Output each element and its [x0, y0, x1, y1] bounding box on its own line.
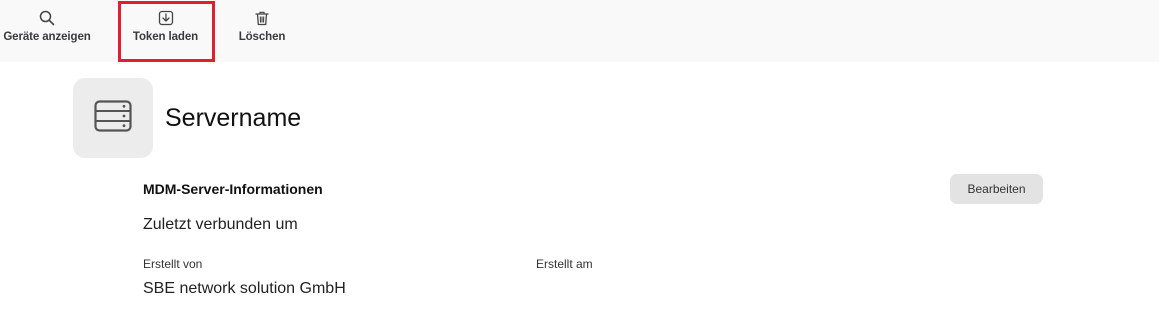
trash-icon	[253, 9, 271, 27]
created-by-label: Erstellt von	[143, 257, 203, 271]
download-icon	[157, 9, 175, 27]
server-icon	[94, 99, 132, 137]
section-title: MDM-Server-Informationen	[143, 181, 323, 197]
server-name: Servername	[165, 104, 302, 132]
toolbar: Geräte anzeigen Token laden Löschen	[0, 0, 1159, 62]
delete-label: Löschen	[238, 31, 286, 43]
last-connected-label: Zuletzt verbunden um	[143, 216, 298, 233]
load-token-button[interactable]: Token laden	[118, 0, 213, 62]
edit-button[interactable]: Bearbeiten	[950, 174, 1043, 204]
load-token-label: Token laden	[132, 31, 199, 43]
delete-button[interactable]: Löschen	[232, 0, 292, 62]
search-icon	[38, 9, 56, 27]
server-icon-tile	[73, 78, 153, 158]
show-devices-label: Geräte anzeigen	[3, 31, 91, 43]
created-by-value: SBE network solution GmbH	[143, 280, 346, 297]
show-devices-button[interactable]: Geräte anzeigen	[0, 0, 94, 62]
created-at-label: Erstellt am	[536, 257, 593, 271]
